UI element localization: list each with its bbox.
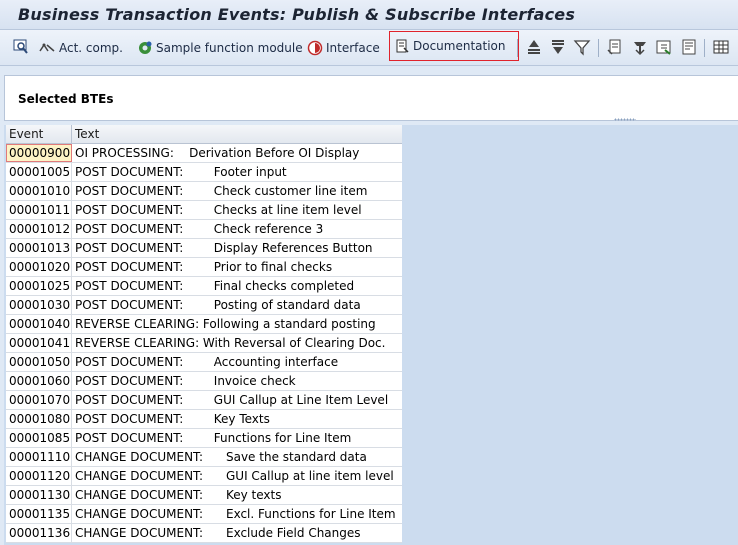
text-cell[interactable]: CHANGE DOCUMENT: GUI Callup at line item… [72, 467, 402, 485]
event-cell[interactable]: 00001011 [6, 201, 72, 219]
event-cell[interactable]: 00001005 [6, 163, 72, 181]
text-cell[interactable]: POST DOCUMENT: Check customer line item [72, 182, 402, 200]
table-row[interactable]: 00001120 CHANGE DOCUMENT: GUI Callup at l… [6, 467, 402, 486]
table-row[interactable]: 00001136 CHANGE DOCUMENT: Exclude Field C… [6, 524, 402, 543]
documentation-button[interactable]: Documentation [389, 31, 519, 61]
window-title: Business Transaction Events: Publish & S… [18, 5, 576, 24]
toolbar-separator [598, 39, 599, 57]
table-row[interactable]: 00001110 CHANGE DOCUMENT: Save the standa… [6, 448, 402, 467]
table-row[interactable]: 00001070 POST DOCUMENT: GUI Callup at Lin… [6, 391, 402, 410]
interface-label: Interface [326, 41, 380, 55]
table-row[interactable]: 00001080 POST DOCUMENT: Key Texts [6, 410, 402, 429]
event-cell[interactable]: 00000900 [6, 144, 72, 162]
event-cell[interactable]: 00001020 [6, 258, 72, 276]
layout-icon[interactable] [680, 38, 698, 56]
table-row[interactable]: 00001030 POST DOCUMENT: Posting of standa… [6, 296, 402, 315]
filter-icon[interactable] [573, 38, 591, 56]
grid-view-icon[interactable] [712, 38, 730, 56]
act-comp-button[interactable]: Act. comp. [36, 36, 125, 60]
text-cell[interactable]: POST DOCUMENT: Check reference 3 [72, 220, 402, 238]
application-toolbar: Act. comp. Sample function module Interf… [0, 30, 738, 66]
sample-function-module-label: Sample function module [156, 41, 303, 55]
documentation-label: Documentation [413, 39, 506, 53]
text-cell[interactable]: POST DOCUMENT: Accounting interface [72, 353, 402, 371]
event-cell[interactable]: 00001013 [6, 239, 72, 257]
text-cell[interactable]: POST DOCUMENT: GUI Callup at Line Item L… [72, 391, 402, 409]
panel-title: Selected BTEs [18, 92, 114, 106]
event-cell[interactable]: 00001050 [6, 353, 72, 371]
event-cell[interactable]: 00001110 [6, 448, 72, 466]
toolbar-separator [517, 39, 518, 57]
text-cell[interactable]: POST DOCUMENT: Final checks completed [72, 277, 402, 295]
event-cell[interactable]: 00001010 [6, 182, 72, 200]
table-header: Event Text [6, 125, 402, 144]
event-cell[interactable]: 00001136 [6, 524, 72, 542]
table-row[interactable]: 00001050 POST DOCUMENT: Accounting interf… [6, 353, 402, 372]
gear-icon [139, 41, 152, 54]
event-cell[interactable]: 00001070 [6, 391, 72, 409]
column-header-event[interactable]: Event [6, 125, 72, 144]
sample-function-module-button[interactable]: Sample function module [135, 36, 305, 60]
export-icon[interactable] [631, 38, 649, 56]
table-row[interactable]: 00001130 CHANGE DOCUMENT: Key texts [6, 486, 402, 505]
toolbar-separator [704, 39, 705, 57]
splitter-handle[interactable] [614, 118, 636, 121]
interface-icon [307, 40, 323, 56]
event-cell[interactable]: 00001120 [6, 467, 72, 485]
text-cell[interactable]: POST DOCUMENT: Posting of standard data [72, 296, 402, 314]
event-cell[interactable]: 00001030 [6, 296, 72, 314]
table-row[interactable]: 00001085 POST DOCUMENT: Functions for Lin… [6, 429, 402, 448]
event-cell[interactable]: 00001041 [6, 334, 72, 352]
table-body: 00000900 OI PROCESSING: Derivation Before… [6, 144, 402, 543]
text-cell[interactable]: CHANGE DOCUMENT: Excl. Functions for Lin… [72, 505, 402, 523]
text-cell[interactable]: POST DOCUMENT: Functions for Line Item [72, 429, 402, 447]
table-row[interactable]: 00001005 POST DOCUMENT: Footer input [6, 163, 402, 182]
text-cell[interactable]: OI PROCESSING: Derivation Before OI Disp… [72, 144, 402, 162]
download-icon[interactable] [655, 38, 673, 56]
sort-ascending-icon[interactable] [525, 38, 543, 56]
document-icon [396, 39, 409, 53]
event-cell[interactable]: 00001060 [6, 372, 72, 390]
selected-btes-panel: Selected BTEs [4, 75, 738, 121]
table-row[interactable]: 00001040 REVERSE CLEARING: Following a st… [6, 315, 402, 334]
table-row[interactable]: 00001060 POST DOCUMENT: Invoice check [6, 372, 402, 391]
act-comp-label: Act. comp. [59, 41, 123, 55]
event-cell[interactable]: 00001080 [6, 410, 72, 428]
table-row[interactable]: 00001011 POST DOCUMENT: Checks at line it… [6, 201, 402, 220]
text-cell[interactable]: POST DOCUMENT: Key Texts [72, 410, 402, 428]
table-row[interactable]: 00001041 REVERSE CLEARING: With Reversal … [6, 334, 402, 353]
print-list-icon[interactable] [606, 38, 624, 56]
table-row[interactable]: 00001020 POST DOCUMENT: Prior to final ch… [6, 258, 402, 277]
text-cell[interactable]: POST DOCUMENT: Checks at line item level [72, 201, 402, 219]
text-cell[interactable]: POST DOCUMENT: Prior to final checks [72, 258, 402, 276]
interface-button[interactable]: Interface [305, 36, 382, 60]
text-cell[interactable]: POST DOCUMENT: Display References Button [72, 239, 402, 257]
text-cell[interactable]: CHANGE DOCUMENT: Save the standard data [72, 448, 402, 466]
table-row[interactable]: 00001010 POST DOCUMENT: Check customer li… [6, 182, 402, 201]
event-cell[interactable]: 00001135 [6, 505, 72, 523]
sort-descending-icon[interactable] [549, 38, 567, 56]
text-cell[interactable]: CHANGE DOCUMENT: Key texts [72, 486, 402, 504]
table-row[interactable]: 00001012 POST DOCUMENT: Check reference 3 [6, 220, 402, 239]
table-row[interactable]: 00001025 POST DOCUMENT: Final checks comp… [6, 277, 402, 296]
title-bar: Business Transaction Events: Publish & S… [0, 0, 738, 30]
bte-table: Event Text 00000900 OI PROCESSING: Deriva… [6, 125, 402, 543]
event-cell[interactable]: 00001012 [6, 220, 72, 238]
select-icon[interactable] [12, 38, 30, 56]
grid-container: Event Text 00000900 OI PROCESSING: Deriva… [4, 125, 738, 545]
table-row[interactable]: 00000900 OI PROCESSING: Derivation Before… [6, 144, 402, 163]
text-cell[interactable]: REVERSE CLEARING: With Reversal of Clear… [72, 334, 402, 352]
event-cell[interactable]: 00001130 [6, 486, 72, 504]
table-row[interactable]: 00001135 CHANGE DOCUMENT: Excl. Functions… [6, 505, 402, 524]
text-cell[interactable]: CHANGE DOCUMENT: Exclude Field Changes [72, 524, 402, 542]
text-cell[interactable]: POST DOCUMENT: Invoice check [72, 372, 402, 390]
event-cell[interactable]: 00001085 [6, 429, 72, 447]
link-icon [39, 43, 55, 52]
text-cell[interactable]: REVERSE CLEARING: Following a standard p… [72, 315, 402, 333]
event-cell[interactable]: 00001025 [6, 277, 72, 295]
text-cell[interactable]: POST DOCUMENT: Footer input [72, 163, 402, 181]
event-cell[interactable]: 00001040 [6, 315, 72, 333]
column-header-text[interactable]: Text [72, 125, 402, 144]
table-row[interactable]: 00001013 POST DOCUMENT: Display Reference… [6, 239, 402, 258]
